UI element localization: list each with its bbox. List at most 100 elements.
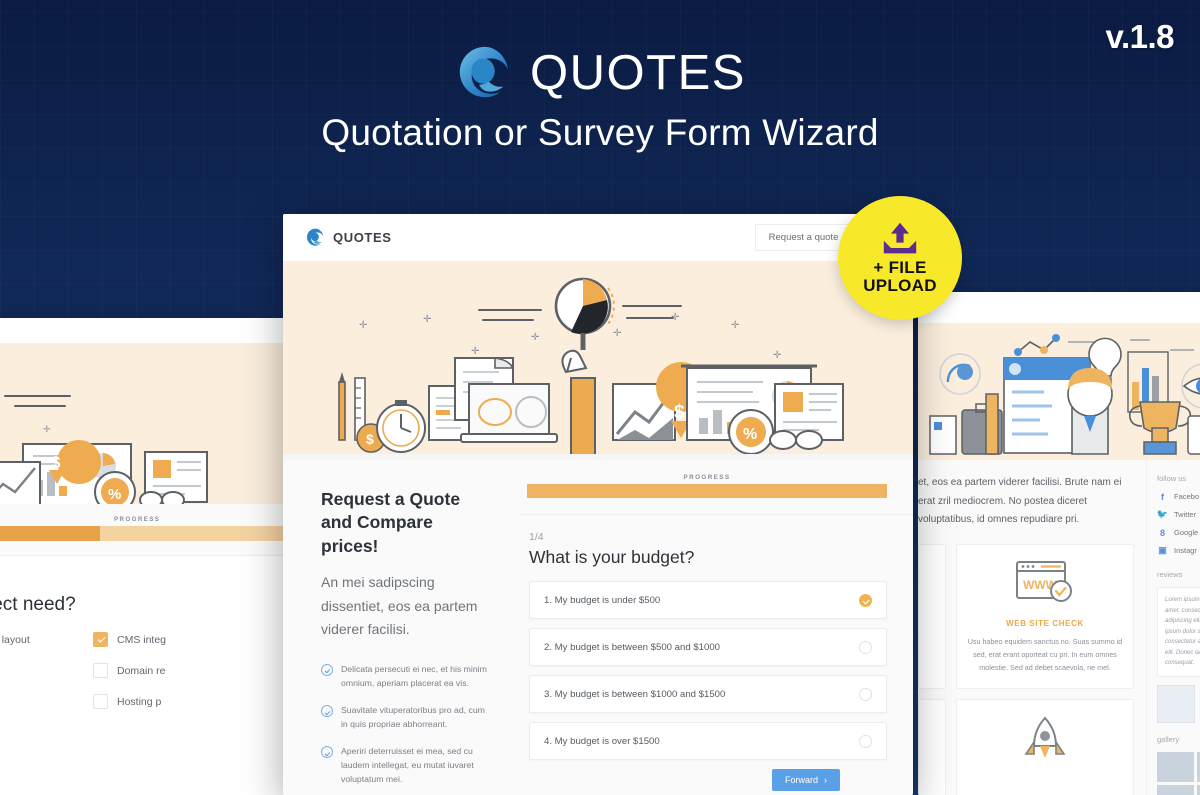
feature-text: Suavitate vituperatoribus pro ad, cum in… [341, 705, 485, 730]
forward-button-label: Forward [784, 775, 818, 785]
forward-button[interactable]: Forward › [771, 769, 840, 791]
svg-text:$: $ [674, 402, 685, 423]
gallery-heading: gallery [1157, 734, 1180, 744]
center-mockup-topbar: QUOTES Request a quote Ab [283, 214, 913, 262]
social-link-facebook[interactable]: f Facebo [1157, 491, 1200, 502]
left-mockup-progress-section: PROGRESS [0, 504, 285, 556]
chevron-right-icon: › [824, 775, 827, 785]
intro-panel: Request a Quote and Compare prices! An m… [283, 460, 519, 795]
left-mockup-topbar [0, 318, 285, 344]
progress-label: PROGRESS [114, 516, 161, 523]
option-row[interactable]: 3. My budget is between $1000 and $1500 [529, 675, 887, 713]
feature-card[interactable] [918, 543, 946, 690]
radio-icon[interactable] [859, 640, 872, 654]
left-mockup-question: 2/4 What your poject need? Custom interf… [0, 556, 285, 725]
svg-text:✛: ✛ [671, 312, 679, 323]
app-logo[interactable]: QUOTES [305, 227, 392, 248]
right-mockup-main: et, eos ea partem viderer facilisi. Brut… [918, 460, 1146, 795]
checkbox-label: CMS integ [117, 633, 167, 646]
social-link-google[interactable]: 8 Google [1157, 527, 1200, 538]
question-block: 1/4 What is your budget? 1. My budget is… [519, 515, 913, 760]
quotes-logo-icon [454, 42, 516, 104]
reviews-heading: reviews [1157, 570, 1183, 579]
feature-item: Suavitate vituperatoribus pro ad, cum in… [321, 703, 493, 731]
checkbox-row[interactable]: CMS integ [93, 632, 285, 647]
twitter-icon: 🐦 [1156, 509, 1169, 519]
checkbox-icon[interactable] [93, 694, 108, 709]
check-circle-icon [321, 746, 333, 759]
browser-check-icon: WWW [1016, 560, 1072, 602]
right-mockup-hero [918, 324, 1200, 460]
social-label: Instagr [1174, 546, 1197, 555]
svg-text:%: % [743, 426, 757, 443]
radio-icon[interactable] [859, 687, 872, 701]
svg-text:✛: ✛ [359, 320, 367, 331]
review-text: Lorem ipsum dolor sit amet, consectetur … [1165, 597, 1200, 666]
option-row[interactable]: 2. My budget is between $500 and $1000 [529, 628, 887, 666]
center-mockup: QUOTES Request a quote Ab ✛ ✛ ✛ ✛ ✛ ✛ ✛ ✛ [283, 214, 913, 795]
social-link-instagram[interactable]: ▣ Instagr [1157, 545, 1200, 556]
nav-item-request-a-quote[interactable]: Request a quote [754, 224, 852, 251]
gallery-thumb[interactable] [1157, 751, 1194, 782]
feature-card[interactable]: WWW WEB SITE CHECK Usu habeo equidem san… [956, 543, 1134, 690]
instagram-icon: ▣ [1158, 545, 1167, 555]
radio-icon[interactable] [859, 734, 872, 748]
facebook-icon: f [1161, 491, 1164, 502]
checkbox-icon[interactable] [93, 632, 108, 647]
progress-bar [527, 484, 887, 498]
right-mockup-topbar [918, 292, 1200, 324]
feature-card-rocket[interactable] [956, 699, 1134, 795]
svg-text:✛: ✛ [531, 332, 539, 343]
option-row[interactable]: 4. My budget is over $1500 [529, 722, 887, 760]
upload-badge-line1: + FILE [873, 257, 927, 277]
file-upload-badge: + FILE UPLOAD [838, 196, 962, 320]
brand-lockup: QUOTES [0, 42, 1200, 104]
right-mockup: et, eos ea partem viderer facilisi. Brut… [918, 292, 1200, 795]
file-upload-icon [883, 222, 917, 254]
option-row[interactable]: 1. My budget is under $500 [529, 581, 887, 619]
svg-text:✛: ✛ [43, 424, 51, 434]
social-link-twitter[interactable]: 🐦 Twitter [1157, 509, 1200, 520]
radio-selected-icon[interactable] [859, 593, 872, 607]
svg-text:%: % [108, 486, 121, 503]
left-mockup: $ % ✛✛✛ PROGRESS 2/4 What your poject ne… [0, 318, 285, 795]
checkbox-row[interactable]: Seo optimization [0, 694, 67, 709]
checkbox-row[interactable]: Hosting p [93, 694, 285, 709]
checkbox-row[interactable]: Custom interface and layout [0, 632, 67, 647]
checkbox-label: Hosting p [117, 695, 162, 708]
feature-list: Delicata persecuti ei nec, et his minim … [321, 662, 493, 787]
center-mockup-body: Request a Quote and Compare prices! An m… [283, 460, 913, 795]
gallery-thumb[interactable] [1157, 784, 1194, 795]
review-card: Lorem ipsum dolor sit amet, consectetur … [1157, 587, 1200, 677]
rocket-icon [1024, 716, 1066, 759]
step-counter: 1/4 [529, 531, 544, 543]
svg-text:✛: ✛ [731, 320, 739, 331]
right-mockup-sidebar: follow us f Facebo 🐦 Twitter 8 Google ▣ Inst… [1146, 460, 1200, 795]
progress-bar [0, 526, 285, 541]
checkbox-row[interactable]: Web site design [0, 663, 67, 678]
brand-name: QUOTES [530, 46, 746, 100]
checkbox-row[interactable]: Domain re [93, 663, 285, 678]
follow-us-heading: follow us [1157, 474, 1187, 483]
svg-text:✛: ✛ [613, 328, 621, 339]
left-mockup-hero: $ % ✛✛✛ [0, 344, 285, 504]
checkbox-icon[interactable] [93, 663, 108, 678]
option-label: 3. My budget is between $1000 and $1500 [544, 688, 726, 700]
svg-text:✛: ✛ [0, 396, 1, 406]
center-mockup-hero: ✛ ✛ ✛ ✛ ✛ ✛ ✛ ✛ $ $ % [283, 262, 913, 460]
checkbox-label: Domain re [117, 664, 166, 677]
business-analytics-illustration: ✛✛✛ ✛ ✛✛ ✛✛ $ $ % [283, 277, 913, 460]
right-mockup-body: et, eos ea partem viderer facilisi. Brut… [918, 460, 1200, 795]
social-label: Google [1174, 528, 1199, 537]
step-counter: 2/4 [0, 578, 285, 590]
card-title: WEB SITE CHECK [1006, 618, 1084, 628]
option-label: 4. My budget is over $1500 [544, 735, 660, 747]
intro-paragraph: An mei sadipscing dissentiet, eos ea par… [321, 574, 478, 638]
option-label: 1. My budget is under $500 [544, 594, 661, 606]
feature-card[interactable] [918, 699, 946, 795]
checkbox-column-one: Custom interface and layout Web site des… [0, 632, 67, 725]
progress-fill [527, 484, 887, 498]
svg-text:$: $ [366, 431, 374, 447]
svg-text:$: $ [51, 453, 61, 472]
feature-text: Aperiri deterruisset ei mea, sed cu laud… [341, 746, 474, 785]
